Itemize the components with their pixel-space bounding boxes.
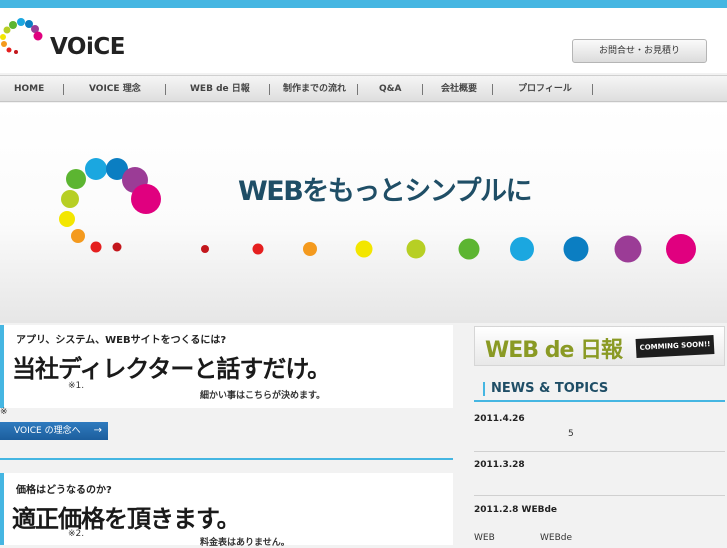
top-accent-bar — [0, 0, 727, 8]
director-card-caption: 細かい事はこちらが決めます。 — [200, 391, 326, 401]
nav-item-qa[interactable]: Q&A — [379, 76, 401, 103]
director-card: アプリ、システム、WEBサイトをつくるには? 当社ディレクターと話すだけ。 ※1… — [0, 325, 453, 408]
pricing-card-subtitle: 価格はどうなるのか? — [16, 485, 112, 496]
pricing-card-headline: 適正価格を頂きます。 — [12, 505, 241, 533]
news-topics-title: NEWS & TOPICS — [491, 381, 609, 396]
nav-separator — [63, 84, 64, 95]
nav-item-voice-concept[interactable]: VOICE 理念 — [89, 76, 141, 103]
news-item-text[interactable]: WEB — [474, 533, 495, 543]
main-nav: HOME VOICE 理念 WEB de 日報 制作までの流れ Q&A 会社概要… — [0, 75, 727, 102]
hero-banner: WEBをもっとシンプルに — [0, 103, 727, 323]
news-separator — [474, 451, 725, 452]
logo-text[interactable]: VOiCE — [50, 34, 125, 60]
nav-separator — [592, 84, 593, 95]
pricing-card-caption: 料金表はありません。 — [200, 538, 290, 548]
news-item-date[interactable]: 2011.2.8 WEBde — [474, 505, 557, 515]
voice-concept-button-label: VOICE の理念へ — [14, 426, 81, 436]
director-card-subtitle: アプリ、システム、WEBサイトをつくるには? — [16, 335, 227, 346]
director-card-headline: 当社ディレクターと話すだけ。 — [12, 355, 331, 383]
nav-item-production-flow[interactable]: 制作までの流れ — [283, 76, 346, 103]
nav-separator — [492, 84, 493, 95]
web-de-nippo-title: WEB de 日報 — [485, 338, 623, 363]
section-divider — [0, 458, 453, 460]
nav-separator — [357, 84, 358, 95]
contact-quote-button[interactable]: お問合せ・お見積り — [572, 39, 707, 63]
footnote-marker: ※ — [0, 407, 8, 417]
coming-soon-badge: COMMING SOON!! — [635, 334, 715, 359]
news-item-date[interactable]: 2011.4.26 — [474, 414, 525, 424]
director-card-note: ※1. — [68, 381, 85, 391]
web-de-nippo-banner[interactable]: WEB de 日報 COMMING SOON!! — [474, 326, 725, 366]
nav-separator — [269, 84, 270, 95]
hero-dots-graphic — [59, 158, 696, 264]
news-item-date[interactable]: 2011.3.28 — [474, 460, 525, 470]
nav-item-profile[interactable]: プロフィール — [518, 76, 572, 103]
arrow-right-icon: → — [93, 425, 102, 436]
voice-concept-button[interactable]: VOICE の理念へ → — [0, 422, 108, 440]
news-header-accent — [483, 382, 485, 396]
news-separator — [474, 495, 725, 496]
news-item-text[interactable]: WEBde — [540, 533, 572, 543]
nav-separator — [165, 84, 166, 95]
pricing-card: 価格はどうなるのか? 適正価格を頂きます。 ※2. 料金表はありません。 — [0, 473, 453, 548]
nav-separator — [422, 84, 423, 95]
news-topics-header: NEWS & TOPICS — [474, 376, 725, 402]
hero-title: WEBをもっとシンプルに — [238, 176, 533, 207]
nav-item-web-de-nippo[interactable]: WEB de 日報 — [190, 76, 250, 103]
pricing-card-note: ※2. — [68, 529, 85, 539]
nav-item-company[interactable]: 会社概要 — [441, 76, 477, 103]
nav-item-home[interactable]: HOME — [14, 76, 44, 103]
news-item-text[interactable]: 5 — [568, 429, 574, 439]
